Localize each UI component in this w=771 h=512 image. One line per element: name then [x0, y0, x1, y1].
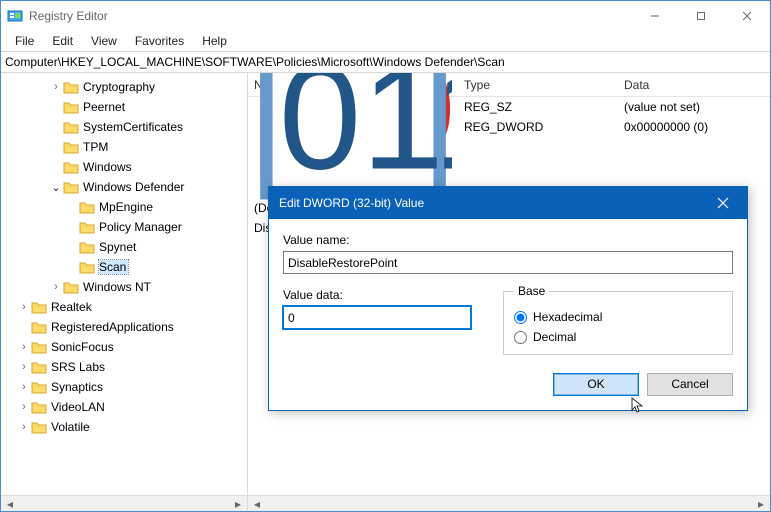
tree-item[interactable]: TPM — [83, 140, 108, 154]
tree-item[interactable]: Spynet — [99, 240, 136, 254]
value-data: 0x00000000 (0) — [618, 120, 770, 134]
window-title: Registry Editor — [29, 9, 632, 23]
folder-icon — [31, 360, 47, 374]
column-type[interactable]: Type — [458, 78, 618, 92]
tree-horizontal-scrollbar[interactable]: ◂ ▸ — [1, 495, 247, 511]
folder-icon — [31, 420, 47, 434]
value-data-label: Value data: — [283, 288, 483, 302]
radio-hexadecimal[interactable]: Hexadecimal — [514, 310, 722, 324]
folder-icon — [63, 280, 79, 294]
folder-icon — [31, 380, 47, 394]
tree-item[interactable]: VideoLAN — [51, 400, 105, 414]
scroll-right-icon[interactable]: ▸ — [231, 497, 245, 511]
chevron-right-icon[interactable]: › — [17, 341, 31, 353]
value-type: REG_SZ — [458, 100, 618, 114]
chevron-right-icon[interactable]: › — [49, 81, 63, 93]
column-data[interactable]: Data — [618, 78, 770, 92]
chevron-down-icon[interactable]: ⌄ — [49, 181, 63, 194]
chevron-right-icon[interactable]: › — [49, 281, 63, 293]
edit-dword-dialog: Edit DWORD (32-bit) Value Value name: Va… — [268, 186, 748, 411]
tree-item[interactable]: Synaptics — [51, 380, 103, 394]
cancel-button[interactable]: Cancel — [647, 373, 733, 396]
folder-icon — [63, 140, 79, 154]
tree-item[interactable]: RegisteredApplications — [51, 320, 174, 334]
dialog-titlebar: Edit DWORD (32-bit) Value — [269, 187, 747, 219]
folder-icon — [63, 100, 79, 114]
tree-item[interactable]: Peernet — [83, 100, 125, 114]
folder-icon — [63, 120, 79, 134]
list-row[interactable]: 011DisableRestorePoint REG_DWORD 0x00000… — [248, 117, 770, 137]
value-name-label: Value name: — [283, 233, 733, 247]
folder-icon — [63, 80, 79, 94]
chevron-right-icon[interactable]: › — [17, 401, 31, 413]
radio-hex-input[interactable] — [514, 311, 527, 324]
tree-item[interactable]: Cryptography — [83, 80, 155, 94]
folder-icon — [63, 160, 79, 174]
svg-text:011: 011 — [279, 73, 452, 200]
menu-view[interactable]: View — [83, 32, 125, 50]
value-name-input[interactable] — [283, 251, 733, 274]
maximize-button[interactable] — [678, 1, 724, 31]
tree-item[interactable]: MpEngine — [99, 200, 153, 214]
tree-item[interactable]: Windows — [83, 160, 132, 174]
tree-item[interactable]: SonicFocus — [51, 340, 114, 354]
chevron-right-icon[interactable]: › — [17, 421, 31, 433]
menubar: File Edit View Favorites Help — [1, 31, 770, 51]
tree-item[interactable]: Volatile — [51, 420, 90, 434]
folder-icon — [63, 180, 79, 194]
tree-item-selected[interactable]: Scan — [99, 260, 128, 274]
radio-decimal[interactable]: Decimal — [514, 330, 722, 344]
folder-icon — [31, 320, 47, 334]
ok-button[interactable]: OK — [553, 373, 639, 396]
value-data: (value not set) — [618, 100, 770, 114]
list-horizontal-scrollbar[interactable]: ◂ ▸ — [248, 495, 770, 511]
minimize-button[interactable] — [632, 1, 678, 31]
tree-item[interactable]: Windows Defender — [83, 180, 184, 194]
dialog-title: Edit DWORD (32-bit) Value — [279, 196, 709, 210]
menu-file[interactable]: File — [7, 32, 42, 50]
scroll-left-icon[interactable]: ◂ — [250, 497, 264, 511]
tree-item[interactable]: SystemCertificates — [83, 120, 183, 134]
folder-icon — [31, 300, 47, 314]
tree-item[interactable]: Policy Manager — [99, 220, 182, 234]
scroll-left-icon[interactable]: ◂ — [3, 497, 17, 511]
dialog-close-button[interactable] — [709, 197, 737, 209]
chevron-right-icon[interactable]: › — [17, 361, 31, 373]
base-fieldset: Base Hexadecimal Decimal — [503, 284, 733, 355]
tree-item[interactable]: Windows NT — [83, 280, 151, 294]
menu-help[interactable]: Help — [194, 32, 235, 50]
folder-icon — [79, 220, 95, 234]
menu-favorites[interactable]: Favorites — [127, 32, 192, 50]
address-text: Computer\HKEY_LOCAL_MACHINE\SOFTWARE\Pol… — [5, 55, 505, 69]
base-label: Base — [514, 284, 549, 298]
menu-edit[interactable]: Edit — [44, 32, 81, 50]
address-bar[interactable]: Computer\HKEY_LOCAL_MACHINE\SOFTWARE\Pol… — [1, 51, 770, 73]
close-button[interactable] — [724, 1, 770, 31]
folder-icon — [79, 200, 95, 214]
scroll-right-icon[interactable]: ▸ — [754, 497, 768, 511]
folder-icon — [31, 400, 47, 414]
value-data-input[interactable] — [283, 306, 471, 329]
folder-icon — [79, 260, 95, 274]
chevron-right-icon[interactable]: › — [17, 301, 31, 313]
tree-pane[interactable]: › Cryptography Peernet SystemCertificates… — [1, 73, 248, 511]
value-type: REG_DWORD — [458, 120, 618, 134]
folder-icon — [79, 240, 95, 254]
radio-dec-input[interactable] — [514, 331, 527, 344]
tree-item[interactable]: Realtek — [51, 300, 92, 314]
titlebar: Registry Editor — [1, 1, 770, 31]
folder-icon — [31, 340, 47, 354]
tree-item[interactable]: SRS Labs — [51, 360, 105, 374]
chevron-right-icon[interactable]: › — [17, 381, 31, 393]
regedit-icon — [7, 8, 23, 24]
